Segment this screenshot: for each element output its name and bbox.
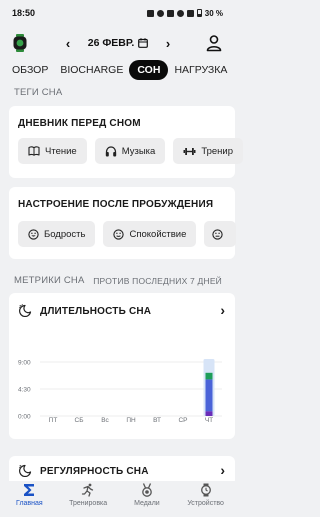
status-icons: 30 % <box>146 8 223 18</box>
sleep-duration-chevron-icon[interactable]: › <box>220 302 225 318</box>
battery-icon <box>196 9 202 17</box>
pre-sleep-diary-title: ДНЕВНИК ПЕРЕД СНОМ <box>18 118 141 129</box>
nav-device-label: Устройство <box>187 500 224 507</box>
sleep-duration-title: ДЛИТЕЛЬНОСТЬ СНА <box>40 306 152 317</box>
diary-chip-reading[interactable]: Чтение <box>18 138 87 164</box>
chart-x-tick-label: ПТ <box>48 417 58 424</box>
sleep-duration-chart: 9:004:300:00 <box>18 359 222 420</box>
sleep-metrics-section-label: МЕТРИКИ СНА <box>14 275 85 286</box>
date-navigator: ‹ 26 ФЕВР. › <box>62 33 174 53</box>
sleep-regularity-chevron-icon[interactable]: › <box>220 462 225 478</box>
nfc-icon <box>146 9 154 17</box>
nav-medals-label: Медали <box>134 500 160 507</box>
chart-bar-segment <box>205 379 213 412</box>
status-bar: 18:50 30 % <box>0 0 235 26</box>
chart-bar-segment <box>205 411 213 416</box>
nav-medals[interactable]: Медали <box>118 481 176 507</box>
nav-home[interactable]: Главная <box>0 481 58 507</box>
chart-y-tick-label: 9:00 <box>18 360 31 367</box>
nav-workout-label: Тренировка <box>69 500 108 507</box>
signal-icon <box>186 9 194 17</box>
chart-x-tick-label: ПН <box>126 417 136 424</box>
tab-sleep[interactable]: СОН <box>129 60 169 80</box>
chart-x-tick-label: СР <box>178 417 188 424</box>
current-date: 26 ФЕВР. <box>87 37 135 49</box>
diary-chip-workout-label: Тренир <box>201 145 233 157</box>
mood-chip-energized[interactable]: Бодрость <box>18 221 96 247</box>
diary-chip-music[interactable]: Музыка <box>94 138 166 164</box>
face-icon <box>212 228 224 240</box>
pre-sleep-diary-card: ДНЕВНИК ПЕРЕД СНОМ Чтение Музыка Тренир <box>9 106 243 178</box>
runner-icon <box>81 483 94 497</box>
moon-regularity-icon: z <box>19 464 32 477</box>
wake-mood-title: НАСТРОЕНИЕ ПОСЛЕ ПРОБУЖДЕНИЯ <box>18 199 214 210</box>
mood-chip-third[interactable] <box>204 221 237 247</box>
previous-day-chevron-icon[interactable]: ‹ <box>62 36 74 51</box>
svg-text:z: z <box>21 303 23 307</box>
bottom-navigation: Главная Тренировка Медали Устройство <box>0 481 235 517</box>
watch-device-icon <box>200 483 211 497</box>
dumbbell-icon <box>183 147 196 155</box>
wake-mood-chips: Бодрость Спокойствие <box>18 221 237 247</box>
calendar-icon <box>138 38 149 48</box>
mood-chip-calm[interactable]: Спокойствие <box>103 221 197 247</box>
nav-home-label: Главная <box>16 500 43 507</box>
pre-sleep-diary-chips: Чтение Музыка Тренир <box>18 138 243 164</box>
profile-icon[interactable] <box>206 34 222 52</box>
chart-x-tick-label: ЧТ <box>204 417 214 424</box>
nav-device[interactable]: Устройство <box>177 481 235 507</box>
vibrate-icon <box>166 9 174 17</box>
tab-biocharge[interactable]: BIOCHARGE <box>54 60 129 80</box>
diary-chip-music-label: Музыка <box>121 145 156 157</box>
wifi-icon <box>176 9 184 17</box>
mood-chip-calm-label: Спокойствие <box>129 228 187 240</box>
chart-x-axis: ПТ СБ Вс ПН ВТ СР ЧТ <box>18 417 224 429</box>
app-header: ‹ 26 ФЕВР. › <box>0 30 235 56</box>
wake-mood-card: НАСТРОЕНИЕ ПОСЛЕ ПРОБУЖДЕНИЯ Бодрость Сп… <box>9 187 237 259</box>
section-tabs: ОБЗОР BIOCHARGE СОН НАГРУЗКА <box>6 59 235 81</box>
next-day-chevron-icon[interactable]: › <box>162 36 174 51</box>
chart-x-tick-label: ВТ <box>153 417 161 424</box>
medal-icon <box>142 483 152 497</box>
status-time: 18:50 <box>12 8 36 18</box>
mood-chip-energized-label: Бодрость <box>44 228 86 240</box>
book-icon <box>28 146 40 156</box>
moon-zz-icon: z z <box>19 303 32 317</box>
tab-overview[interactable]: ОБЗОР <box>6 60 54 80</box>
calm-face-icon <box>113 228 125 240</box>
sleep-regularity-title: РЕГУЛЯРНОСТЬ СНА <box>40 466 149 477</box>
bluetooth-icon <box>156 9 164 17</box>
tab-load[interactable]: НАГРУЗКА <box>168 60 233 80</box>
chart-x-tick-label: СБ <box>74 417 84 424</box>
sigma-icon <box>24 484 35 496</box>
diary-chip-reading-label: Чтение <box>45 145 77 157</box>
diary-chip-workout[interactable]: Тренир <box>173 138 243 164</box>
headphones-icon <box>105 145 116 156</box>
happy-face-icon <box>28 228 39 240</box>
battery-level: 30 % <box>204 8 223 18</box>
date-picker[interactable]: 26 ФЕВР. <box>88 37 149 49</box>
chart-bar-segment <box>205 372 213 380</box>
comparison-period-label[interactable]: ПРОТИВ ПОСЛЕДНИХ 7 ДНЕЙ <box>93 276 222 286</box>
sleep-tags-section-label: ТЕГИ СНА <box>14 87 63 98</box>
chart-x-tick-label: Вс <box>101 417 109 424</box>
chart-y-tick-label: 4:30 <box>18 387 31 394</box>
watch-icon[interactable] <box>12 34 28 52</box>
nav-workout[interactable]: Тренировка <box>59 481 117 507</box>
